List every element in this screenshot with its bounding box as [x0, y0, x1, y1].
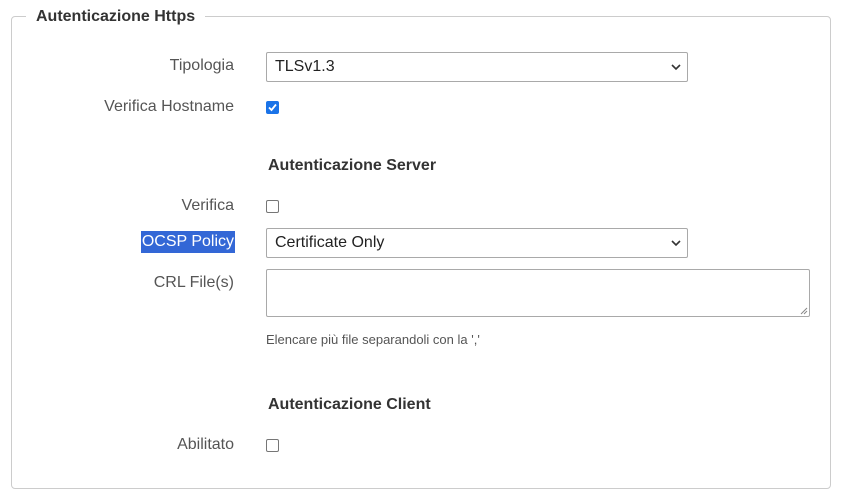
verifica-label: Verifica — [181, 197, 234, 214]
crl-files-textarea[interactable] — [266, 269, 810, 317]
chevron-down-icon — [671, 64, 681, 71]
crl-files-help: Elencare più file separandoli con la ',' — [266, 332, 480, 347]
verifica-checkbox[interactable] — [266, 200, 279, 213]
ocsp-policy-value: Certificate Only — [275, 234, 385, 251]
server-section-title: Autenticazione Server — [268, 157, 437, 174]
crl-files-label: CRL File(s) — [153, 274, 234, 291]
check-icon — [268, 103, 277, 112]
ocsp-policy-label: OCSP Policy — [140, 231, 236, 253]
tipologia-select[interactable]: TLSv1.3 — [266, 52, 688, 82]
fieldset-legend: Autenticazione Https — [26, 6, 206, 28]
client-section-title: Autenticazione Client — [268, 396, 431, 413]
ocsp-policy-select[interactable]: Certificate Only — [266, 228, 688, 258]
verifica-hostname-checkbox[interactable] — [266, 101, 279, 114]
abilitato-label: Abilitato — [177, 436, 234, 453]
tipologia-value: TLSv1.3 — [275, 58, 335, 75]
abilitato-checkbox[interactable] — [266, 439, 279, 452]
tipologia-label: Tipologia — [169, 57, 234, 74]
chevron-down-icon — [671, 240, 681, 247]
verifica-hostname-label: Verifica Hostname — [104, 98, 234, 115]
resize-grip-icon[interactable] — [800, 307, 808, 315]
